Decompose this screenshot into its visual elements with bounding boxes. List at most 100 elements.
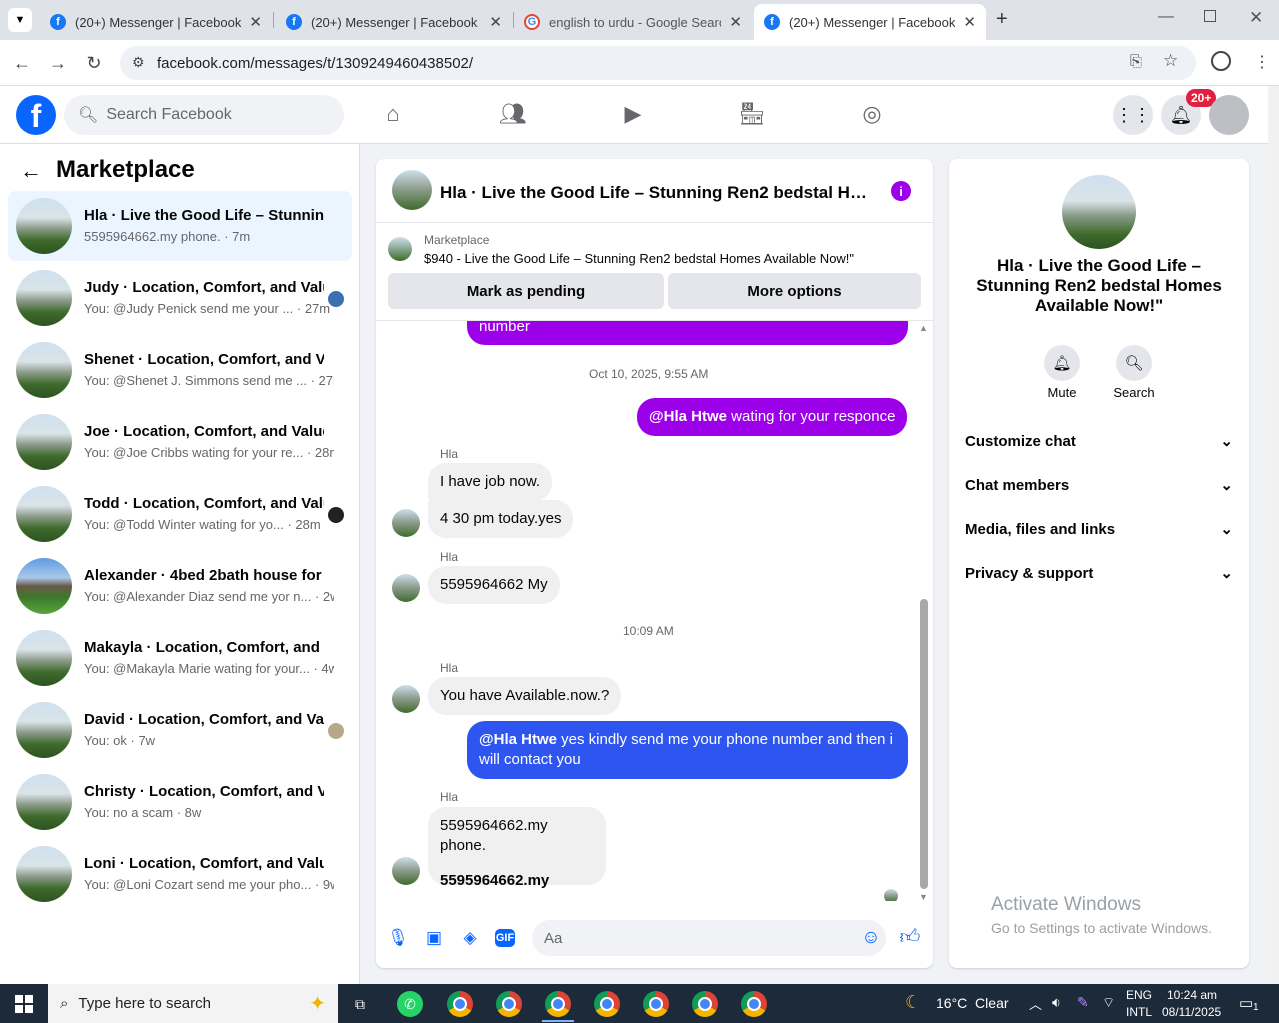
conversation-avatar[interactable] (1062, 175, 1136, 249)
emoji-icon[interactable]: ☺ (860, 927, 882, 949)
minimize-button[interactable]: — (1158, 8, 1174, 26)
restore-button[interactable] (1204, 10, 1216, 22)
clock-time[interactable]: 10:24 am (1167, 988, 1217, 1002)
mention[interactable]: @Hla Htwe (479, 731, 557, 748)
back-arrow-icon[interactable]: ← (20, 158, 42, 184)
message-bubble-incoming[interactable]: 5595964662.my phone. 5595964662.my (428, 807, 606, 889)
menu-grid-icon[interactable]: ⋮⋮ (1113, 95, 1153, 135)
video-icon[interactable]: ▶ (619, 100, 647, 128)
profile-icon[interactable] (1211, 51, 1231, 71)
url-bar[interactable]: ⚙ facebook.com/messages/t/13092494604385… (120, 46, 1196, 80)
more-options-button[interactable]: More options (668, 273, 921, 309)
weather-moon-icon[interactable]: ☾ (905, 992, 921, 1013)
page-scrollbar[interactable] (1268, 86, 1279, 984)
conversation-item[interactable]: Shenet · Location, Comfort, and Value Yo… (8, 335, 352, 405)
privacy-support-row[interactable]: Privacy & support ⌄ (965, 557, 1233, 589)
browser-tab[interactable]: G english to urdu - Google Search ✕ (514, 4, 752, 40)
sender-avatar[interactable] (392, 857, 420, 885)
sticker-icon[interactable]: ◈ (459, 927, 481, 949)
facebook-search-input[interactable]: 🔍︎ Search Facebook (64, 95, 344, 135)
weather-text[interactable]: 16°C Clear (936, 995, 1009, 1011)
reload-icon[interactable]: ↻ (83, 52, 105, 74)
media-files-links-row[interactable]: Media, files and links ⌄ (965, 513, 1233, 545)
listing-thumbnail[interactable] (388, 237, 412, 261)
url-text[interactable]: facebook.com/messages/t/1309249460438502… (157, 55, 473, 72)
mention[interactable]: @Hla Htwe (649, 408, 727, 425)
task-view-icon[interactable]: ⧉ (347, 991, 373, 1017)
conversation-item[interactable]: Christy · Location, Comfort, and Value Y… (8, 767, 352, 837)
sender-avatar[interactable] (392, 574, 420, 602)
microphone-icon[interactable]: 🎙︎ (387, 927, 409, 949)
marketplace-icon[interactable]: 🏪︎ (738, 100, 766, 128)
home-icon[interactable]: ⌂ (379, 100, 407, 128)
notification-center-icon[interactable]: ▭ (1239, 994, 1253, 1012)
scrollbar-thumb[interactable] (920, 599, 928, 889)
keyboard-layout-indicator[interactable]: INTL (1126, 1005, 1152, 1019)
language-indicator[interactable]: ENG (1126, 988, 1152, 1002)
close-tab-icon[interactable]: ✕ (489, 13, 502, 31)
forward-arrow-icon[interactable]: → (47, 52, 69, 74)
browser-tab-active[interactable]: f (20+) Messenger | Facebook ✕ (754, 4, 986, 40)
conversation-item[interactable]: Loni · Location, Comfort, and Value You:… (8, 839, 352, 909)
message-bubble-incoming[interactable]: I have job now. (428, 463, 553, 501)
scroll-down-arrow-icon[interactable]: ▼ (919, 892, 928, 902)
browser-tab[interactable]: f (20+) Messenger | Facebook ✕ (40, 4, 272, 40)
new-tab-button[interactable]: + (996, 8, 1008, 31)
gif-icon[interactable]: GIF (495, 929, 515, 947)
friends-icon[interactable]: 👥︎ (499, 100, 527, 128)
windows-start-icon[interactable] (15, 995, 33, 1013)
close-window-button[interactable]: ✕ (1249, 8, 1263, 28)
close-tab-icon[interactable]: ✕ (249, 13, 262, 31)
chrome-icon[interactable] (594, 991, 620, 1017)
conversation-item[interactable]: Hla · Live the Good Life – Stunning Ren2… (8, 191, 352, 261)
mark-as-pending-button[interactable]: Mark as pending (388, 273, 664, 309)
bookmark-star-icon[interactable]: ☆ (1163, 51, 1178, 71)
conversation-item[interactable]: Todd · Location, Comfort, and Value You:… (8, 479, 352, 549)
chrome-icon[interactable] (692, 991, 718, 1017)
site-info-icon[interactable]: ⚙ (132, 54, 145, 71)
chat-avatar[interactable] (392, 170, 432, 210)
close-tab-icon[interactable]: ✕ (729, 13, 742, 31)
mute-bell-icon[interactable]: 🔔︎ (1044, 345, 1080, 381)
groups-icon[interactable]: ◎ (858, 100, 886, 128)
conversation-item[interactable]: Judy · Location, Comfort, and Value You:… (8, 263, 352, 333)
chat-title[interactable]: Hla · Live the Good Life – Stunning Ren2… (440, 183, 870, 203)
account-avatar[interactable] (1209, 95, 1249, 135)
show-hidden-icons-icon[interactable]: ︿ (1029, 994, 1042, 1013)
info-icon[interactable]: i (891, 181, 911, 201)
message-bubble-incoming[interactable]: 5595964662 My (428, 566, 560, 604)
thumbs-up-icon[interactable]: 👍︎ (899, 926, 921, 948)
message-bubble-outgoing[interactable]: number (467, 321, 908, 345)
photo-icon[interactable]: ▣ (423, 927, 445, 949)
message-bubble-outgoing[interactable]: @Hla Htwe yes kindly send me your phone … (467, 721, 908, 779)
message-bubble-outgoing[interactable]: @Hla Htwe wating for your responce (637, 398, 908, 436)
listing-description[interactable]: $940 - Live the Good Life – Stunning Ren… (424, 251, 854, 266)
phone-link[interactable]: 5595964662.my (440, 871, 594, 891)
volume-icon[interactable]: 🔉︎ (1052, 994, 1061, 1011)
close-tab-icon[interactable]: ✕ (963, 13, 976, 31)
message-bubble-incoming[interactable]: 4 30 pm today.yes (428, 500, 574, 538)
facebook-logo-icon[interactable]: f (16, 95, 56, 135)
conversation-item[interactable]: Makayla · Location, Comfort, and Value Y… (8, 623, 352, 693)
chrome-icon[interactable] (496, 991, 522, 1017)
chrome-icon[interactable] (741, 991, 767, 1017)
back-arrow-icon[interactable]: ← (11, 52, 33, 74)
search-icon[interactable]: 🔍︎ (1116, 345, 1152, 381)
conversation-item[interactable]: David · Location, Comfort, and Value You… (8, 695, 352, 765)
message-input[interactable]: Aa (532, 920, 886, 956)
taskbar-search-input[interactable]: ⌕ Type here to search ✦ (48, 984, 338, 1023)
sender-avatar[interactable] (392, 509, 420, 537)
chat-members-row[interactable]: Chat members ⌄ (965, 469, 1233, 501)
conversation-item[interactable]: Joe · Location, Comfort, and Value You: … (8, 407, 352, 477)
chrome-icon[interactable] (643, 991, 669, 1017)
wifi-icon[interactable]: ⌔ (1102, 994, 1115, 1012)
message-bubble-incoming[interactable]: You have Available.now.? (428, 677, 622, 715)
tab-search-dropdown[interactable]: ▼ (8, 8, 32, 32)
sender-avatar[interactable] (392, 685, 420, 713)
conversation-item[interactable]: Alexander · 4bed 2bath house for rent Yo… (8, 551, 352, 621)
chrome-icon[interactable] (447, 991, 473, 1017)
pen-icon[interactable]: ✎ (1077, 994, 1089, 1011)
scroll-up-arrow-icon[interactable]: ▲ (919, 323, 928, 333)
whatsapp-icon[interactable]: ✆ (397, 991, 423, 1017)
chrome-icon[interactable] (545, 991, 571, 1017)
